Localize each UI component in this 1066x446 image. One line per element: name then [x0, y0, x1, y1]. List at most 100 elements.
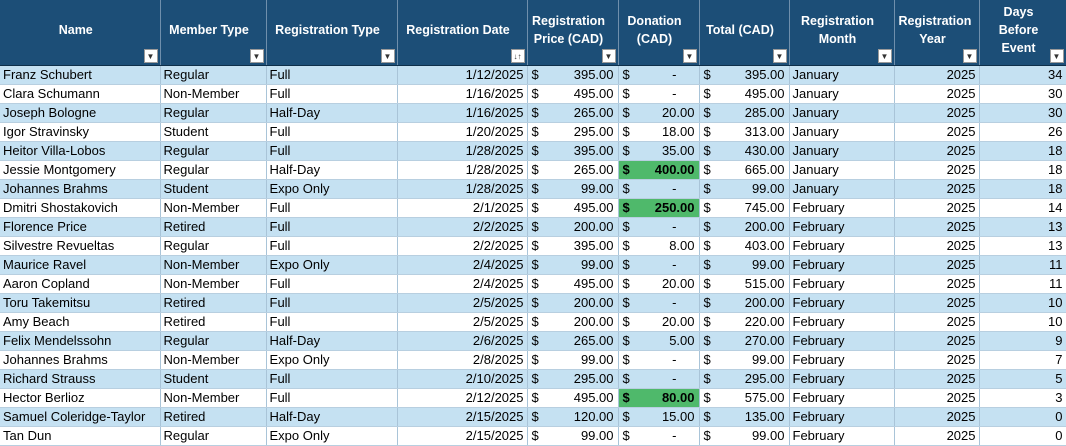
cell-total[interactable]: $200.00 — [699, 293, 790, 313]
cell-year[interactable]: 2025 — [894, 179, 980, 199]
cell-total[interactable]: $135.00 — [699, 407, 790, 427]
cell-name[interactable]: Toru Takemitsu — [0, 293, 161, 313]
cell-date[interactable]: 2/2/2025 — [397, 236, 528, 256]
cell-price[interactable]: $200.00 — [527, 217, 619, 237]
cell-total[interactable]: $200.00 — [699, 217, 790, 237]
cell-reg-type[interactable]: Half-Day — [266, 331, 398, 351]
column-header-registration-date[interactable]: Registration Date ↓↑ — [397, 0, 528, 66]
cell-date[interactable]: 2/5/2025 — [397, 312, 528, 332]
cell-total[interactable]: $270.00 — [699, 331, 790, 351]
column-header-days-before-event[interactable]: Days Before Event ▼ — [979, 0, 1066, 66]
cell-reg-type[interactable]: Full — [266, 65, 398, 85]
cell-year[interactable]: 2025 — [894, 293, 980, 313]
cell-month[interactable]: February — [789, 388, 895, 408]
cell-days[interactable]: 30 — [979, 84, 1066, 104]
cell-reg-type[interactable]: Full — [266, 312, 398, 332]
cell-donation[interactable]: $20.00 — [618, 312, 700, 332]
cell-total[interactable]: $575.00 — [699, 388, 790, 408]
cell-total[interactable]: $99.00 — [699, 179, 790, 199]
cell-total[interactable]: $99.00 — [699, 350, 790, 370]
cell-days[interactable]: 14 — [979, 198, 1066, 218]
cell-date[interactable]: 1/28/2025 — [397, 160, 528, 180]
cell-year[interactable]: 2025 — [894, 426, 980, 446]
cell-year[interactable]: 2025 — [894, 198, 980, 218]
cell-year[interactable]: 2025 — [894, 255, 980, 275]
cell-year[interactable]: 2025 — [894, 160, 980, 180]
cell-date[interactable]: 2/1/2025 — [397, 198, 528, 218]
cell-member[interactable]: Regular — [160, 65, 267, 85]
cell-name[interactable]: Igor Stravinsky — [0, 122, 161, 142]
cell-price[interactable]: $99.00 — [527, 350, 619, 370]
cell-date[interactable]: 1/28/2025 — [397, 141, 528, 161]
cell-days[interactable]: 7 — [979, 350, 1066, 370]
cell-days[interactable]: 11 — [979, 274, 1066, 294]
cell-total[interactable]: $665.00 — [699, 160, 790, 180]
cell-reg-type[interactable]: Expo Only — [266, 179, 398, 199]
column-header-name[interactable]: Name ▼ — [0, 0, 161, 66]
cell-year[interactable]: 2025 — [894, 350, 980, 370]
cell-name[interactable]: Jessie Montgomery — [0, 160, 161, 180]
cell-date[interactable]: 2/15/2025 — [397, 407, 528, 427]
cell-donation[interactable]: $20.00 — [618, 103, 700, 123]
cell-year[interactable]: 2025 — [894, 331, 980, 351]
cell-date[interactable]: 1/16/2025 — [397, 103, 528, 123]
cell-days[interactable]: 0 — [979, 407, 1066, 427]
cell-name[interactable]: Joseph Bologne — [0, 103, 161, 123]
cell-member[interactable]: Regular — [160, 236, 267, 256]
cell-member[interactable]: Retired — [160, 407, 267, 427]
cell-date[interactable]: 2/8/2025 — [397, 350, 528, 370]
cell-member[interactable]: Regular — [160, 160, 267, 180]
cell-member[interactable]: Non-Member — [160, 198, 267, 218]
cell-days[interactable]: 10 — [979, 293, 1066, 313]
cell-donation[interactable]: $ - — [618, 65, 700, 85]
column-header-registration-type[interactable]: Registration Type ▼ — [266, 0, 398, 66]
cell-price[interactable]: $495.00 — [527, 388, 619, 408]
cell-price[interactable]: $200.00 — [527, 312, 619, 332]
filter-dropdown-button[interactable]: ▼ — [962, 49, 977, 63]
cell-month[interactable]: February — [789, 426, 895, 446]
cell-total[interactable]: $220.00 — [699, 312, 790, 332]
column-header-registration-month[interactable]: Registration Month ▼ — [789, 0, 895, 66]
cell-name[interactable]: Maurice Ravel — [0, 255, 161, 275]
cell-price[interactable]: $99.00 — [527, 255, 619, 275]
cell-year[interactable]: 2025 — [894, 65, 980, 85]
cell-year[interactable]: 2025 — [894, 84, 980, 104]
cell-date[interactable]: 2/10/2025 — [397, 369, 528, 389]
cell-days[interactable]: 18 — [979, 141, 1066, 161]
cell-year[interactable]: 2025 — [894, 236, 980, 256]
cell-month[interactable]: January — [789, 179, 895, 199]
cell-month[interactable]: January — [789, 122, 895, 142]
cell-name[interactable]: Clara Schumann — [0, 84, 161, 104]
cell-total[interactable]: $295.00 — [699, 369, 790, 389]
sort-filter-button[interactable]: ↓↑ — [510, 49, 525, 63]
cell-donation[interactable]: $ - — [618, 255, 700, 275]
cell-reg-type[interactable]: Full — [266, 388, 398, 408]
cell-date[interactable]: 2/6/2025 — [397, 331, 528, 351]
cell-name[interactable]: Johannes Brahms — [0, 179, 161, 199]
cell-member[interactable]: Non-Member — [160, 255, 267, 275]
cell-date[interactable]: 2/12/2025 — [397, 388, 528, 408]
cell-reg-type[interactable]: Full — [266, 293, 398, 313]
filter-dropdown-button[interactable]: ▼ — [601, 49, 616, 63]
filter-dropdown-button[interactable]: ▼ — [143, 49, 158, 63]
cell-year[interactable]: 2025 — [894, 217, 980, 237]
cell-days[interactable]: 26 — [979, 122, 1066, 142]
cell-member[interactable]: Regular — [160, 331, 267, 351]
cell-date[interactable]: 1/16/2025 — [397, 84, 528, 104]
cell-donation[interactable]: $ - — [618, 426, 700, 446]
cell-year[interactable]: 2025 — [894, 388, 980, 408]
cell-year[interactable]: 2025 — [894, 407, 980, 427]
cell-reg-type[interactable]: Expo Only — [266, 255, 398, 275]
cell-date[interactable]: 2/15/2025 — [397, 426, 528, 446]
cell-total[interactable]: $395.00 — [699, 65, 790, 85]
cell-month[interactable]: January — [789, 103, 895, 123]
cell-price[interactable]: $495.00 — [527, 84, 619, 104]
cell-price[interactable]: $395.00 — [527, 236, 619, 256]
cell-total[interactable]: $285.00 — [699, 103, 790, 123]
cell-donation[interactable]: $ - — [618, 293, 700, 313]
cell-year[interactable]: 2025 — [894, 369, 980, 389]
column-header-registration-price[interactable]: Registration Price (CAD) ▼ — [527, 0, 619, 66]
cell-year[interactable]: 2025 — [894, 274, 980, 294]
cell-name[interactable]: Amy Beach — [0, 312, 161, 332]
cell-days[interactable]: 11 — [979, 255, 1066, 275]
